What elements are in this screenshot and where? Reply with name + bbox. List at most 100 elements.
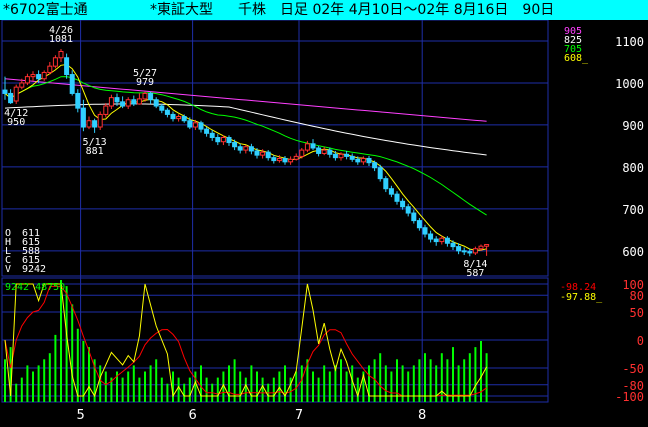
candle-body [198,122,204,130]
candle-body [472,248,478,254]
candle-body [355,158,361,163]
candle-body [136,98,142,105]
ma-legend-value: 608_ [564,53,589,64]
price-tick-label: 700 [622,203,644,217]
candle-body [86,120,92,128]
candle-body [310,143,316,149]
stock-title: *6702富士通 [3,2,88,18]
candle-body [187,120,193,128]
candle-body [383,178,389,190]
candle-body [170,113,176,120]
candle-body [450,242,456,248]
month-label: 6 [188,408,196,423]
candle-body [467,251,473,254]
stock-chart: 6007008009001000110010080500-50-80-1005 6… [1,20,644,423]
candle-body [344,153,350,157]
candle-body [321,149,327,154]
month-label: 5 [76,408,84,423]
candle-body [13,86,19,102]
ohlc-value: 9242 [22,264,46,275]
osc-tick-label: 0 [637,334,644,348]
osc-tick-label: 50 [630,306,644,320]
candle-body [47,65,53,73]
candle-body [349,155,355,160]
candle-body [114,97,120,103]
candle-body [220,137,226,143]
candle-body [24,76,30,84]
candle-body [394,193,400,202]
candle-body [428,233,434,240]
candle-body [293,155,299,160]
osc-tick-label: -100 [615,390,644,404]
candle-body [316,147,322,154]
osc-tick-label: 80 [630,289,644,303]
candle-body [232,142,238,148]
candle-body [416,220,422,229]
annotation-value: 587 [466,268,484,279]
candle-body [2,89,8,94]
candle-body [444,237,450,244]
price-tick-label: 1100 [615,35,644,49]
candle-body [19,82,25,88]
candle-body [36,74,42,80]
candle-body [58,50,64,59]
candle-body [366,157,372,164]
candle-body [120,101,126,107]
candle-body [92,120,98,128]
candle-body [108,97,114,107]
candle-body [405,206,411,214]
candle-body [226,137,232,144]
month-label: 8 [418,408,426,423]
candle-body [131,99,137,105]
candle-body [484,244,490,247]
price-panel-frame [1,20,549,277]
candle-body [372,162,378,169]
candle-body [164,109,170,115]
annotation-value: 950 [7,117,25,128]
candle-body [332,153,338,159]
chart-window: *6702富士通 *東証大型 千株 日足 02年 4月10日～02年 8月16日… [0,0,648,427]
candle-body [288,158,294,163]
ma5-line [4,63,487,251]
title-bar: *6702富士通 *東証大型 千株 日足 02年 4月10日～02年 8月16日… [0,0,648,20]
candle-body [52,57,58,67]
candle-body [461,250,467,253]
candle-body [338,153,344,159]
candle-body [265,151,271,159]
osc-fast-value: -97.88_ [560,292,603,303]
price-tick-label: 600 [622,245,644,259]
candle-body [304,143,310,151]
candle-body [260,151,266,156]
candle-body [69,74,75,94]
month-label: 7 [295,408,303,423]
candle-body [276,157,282,162]
candle-body [456,246,462,252]
candle-body [388,188,394,195]
candle-body [377,167,383,180]
candle-body [271,157,277,162]
index-title: *東証大型 [150,2,213,18]
price-tick-label: 800 [622,161,644,175]
annotation-value: 1081 [49,34,73,45]
candle-body [159,105,165,111]
candle-body [41,71,47,80]
osc-tick-label: -50 [622,362,644,376]
candle-body [30,74,36,78]
candle-body [209,132,215,139]
price-tick-label: 900 [622,119,644,133]
price-tick-label: 1000 [615,77,644,91]
candle-body [153,99,159,107]
candle-body [243,146,249,151]
candle-body [411,212,417,222]
candle-body [360,157,366,163]
candle-body [192,122,198,128]
candle-body [8,92,14,104]
candle-body [215,137,221,143]
candle-body [97,113,103,128]
candle-body [204,128,210,134]
candle-body [176,116,182,120]
period-title: 千株 日足 02年 4月10日～02年 8月16日 90日 [238,2,555,18]
candle-body [282,157,288,163]
candle-body [400,200,406,208]
candle-body [125,99,131,107]
